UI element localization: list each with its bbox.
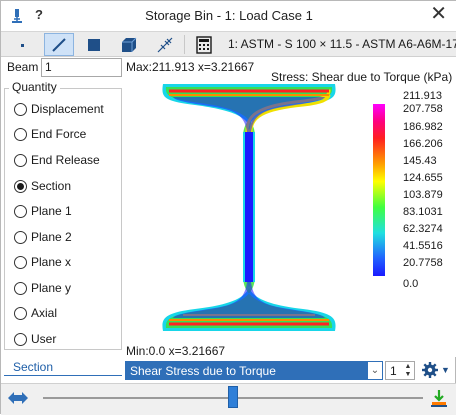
radio-label: Plane 2 bbox=[31, 230, 72, 244]
spinner-value: 1 bbox=[390, 364, 397, 378]
radio-label: Plane x bbox=[31, 255, 72, 269]
radio-plane-1[interactable]: Plane 1 bbox=[14, 203, 72, 219]
radio-button bbox=[14, 306, 27, 320]
radio-displacement[interactable]: Displacement bbox=[14, 101, 104, 117]
chevron-down-icon[interactable]: ▼ bbox=[403, 371, 413, 379]
point-view-icon bbox=[21, 43, 24, 47]
radio-user[interactable]: User bbox=[14, 331, 56, 347]
result-type-value: Shear Stress due to Torque bbox=[130, 364, 276, 378]
radio-end-force[interactable]: End Force bbox=[14, 126, 86, 142]
radio-button-checked bbox=[14, 179, 27, 193]
solid-view-icon bbox=[88, 38, 100, 51]
legend-tick: 62.3274 bbox=[403, 223, 443, 235]
3d-view-button[interactable] bbox=[114, 33, 144, 56]
quantity-title: Quantity bbox=[9, 80, 60, 94]
color-legend-bar bbox=[373, 104, 385, 276]
beam-label: Beam bbox=[7, 60, 39, 74]
legend-tick: 20.7758 bbox=[403, 257, 443, 269]
radio-button bbox=[14, 153, 27, 167]
chevron-down-icon[interactable]: ⌄ bbox=[368, 362, 382, 379]
legend-tick: 41.5516 bbox=[403, 240, 443, 252]
chevron-up-icon[interactable]: ▲ bbox=[403, 363, 413, 371]
radio-button bbox=[14, 281, 27, 295]
3d-view-icon bbox=[122, 37, 137, 52]
legend-tick: 103.879 bbox=[403, 189, 443, 201]
radio-label: Axial bbox=[31, 306, 58, 320]
toolbar: 1: ASTM - S 100 × 11.5 - ASTM A6-A6M-17 bbox=[1, 31, 456, 57]
beam-input[interactable]: 1 bbox=[41, 58, 122, 77]
radio-plane-y[interactable]: Plane y bbox=[14, 280, 71, 296]
radio-button bbox=[14, 230, 27, 244]
legend-tick: 166.206 bbox=[403, 138, 443, 150]
radio-button bbox=[14, 332, 27, 346]
toolbar-separator bbox=[184, 35, 185, 54]
section-index-spinner[interactable]: 1 ▲ ▼ bbox=[385, 361, 415, 380]
radio-label: Plane 1 bbox=[31, 204, 72, 218]
table-view-icon bbox=[196, 35, 212, 54]
diagram-view-button[interactable] bbox=[150, 33, 180, 56]
radio-button bbox=[14, 255, 27, 269]
result-type-select[interactable]: Shear Stress due to Torque ⌄ bbox=[125, 361, 383, 380]
radio-plane-2[interactable]: Plane 2 bbox=[14, 229, 72, 245]
solid-view-button[interactable] bbox=[79, 33, 109, 56]
section-tab[interactable]: Section bbox=[13, 360, 53, 374]
radio-end-release[interactable]: End Release bbox=[14, 152, 100, 168]
radio-axial[interactable]: Axial bbox=[14, 305, 57, 321]
storage-bin-window: ? Storage Bin - 1: Load Case 1 ✕ 1: ASTM… bbox=[0, 0, 456, 415]
radio-button bbox=[14, 102, 27, 116]
line-view-icon bbox=[52, 37, 66, 52]
legend-tick: 83.1031 bbox=[403, 206, 443, 218]
legend-tick: 145.43 bbox=[403, 155, 437, 167]
legend-tick: 0.0 bbox=[403, 278, 419, 290]
load-case-label: 1: ASTM - S 100 × 11.5 - ASTM A6-A6M-17 bbox=[228, 37, 456, 51]
legend-tick: 124.655 bbox=[403, 172, 443, 184]
section-tab-underline bbox=[4, 375, 122, 376]
radio-button bbox=[14, 204, 27, 218]
legend-tick: 211.913 bbox=[403, 90, 442, 102]
radio-plane-x[interactable]: Plane x bbox=[14, 254, 71, 270]
stress-title: Stress: Shear due to Torque (kPa) bbox=[271, 70, 453, 84]
max-value-label: Max:211.913 x=3.21667 bbox=[126, 60, 255, 74]
line-view-button[interactable] bbox=[44, 33, 74, 56]
radio-label: Plane y bbox=[31, 281, 72, 295]
radio-label: User bbox=[31, 332, 57, 346]
radio-label: End Release bbox=[31, 153, 100, 167]
legend-tick: 207.758 bbox=[403, 103, 443, 115]
table-view-button[interactable] bbox=[189, 33, 219, 56]
chevron-down-icon: ▼ bbox=[441, 365, 450, 375]
export-download-icon[interactable] bbox=[429, 388, 449, 408]
radio-button bbox=[14, 127, 27, 141]
legend-tick: 186.982 bbox=[403, 121, 443, 133]
radio-label: End Force bbox=[31, 127, 87, 141]
radio-label: Displacement bbox=[31, 102, 104, 116]
min-value-label: Min:0.0 x=3.21667 bbox=[126, 344, 226, 358]
gear-icon bbox=[422, 362, 438, 378]
close-icon[interactable]: ✕ bbox=[430, 4, 447, 24]
position-slider-thumb[interactable] bbox=[228, 386, 238, 408]
settings-button[interactable]: ▼ bbox=[421, 360, 453, 380]
expand-horizontal-icon[interactable] bbox=[7, 391, 29, 405]
window-title: Storage Bin - 1: Load Case 1 bbox=[145, 8, 313, 23]
radio-section[interactable]: Section bbox=[14, 178, 71, 194]
radio-label: Section bbox=[31, 179, 72, 193]
point-view-button[interactable] bbox=[7, 33, 37, 56]
diagram-view-icon bbox=[157, 37, 173, 52]
title-bar: ? Storage Bin - 1: Load Case 1 ✕ bbox=[1, 1, 456, 31]
